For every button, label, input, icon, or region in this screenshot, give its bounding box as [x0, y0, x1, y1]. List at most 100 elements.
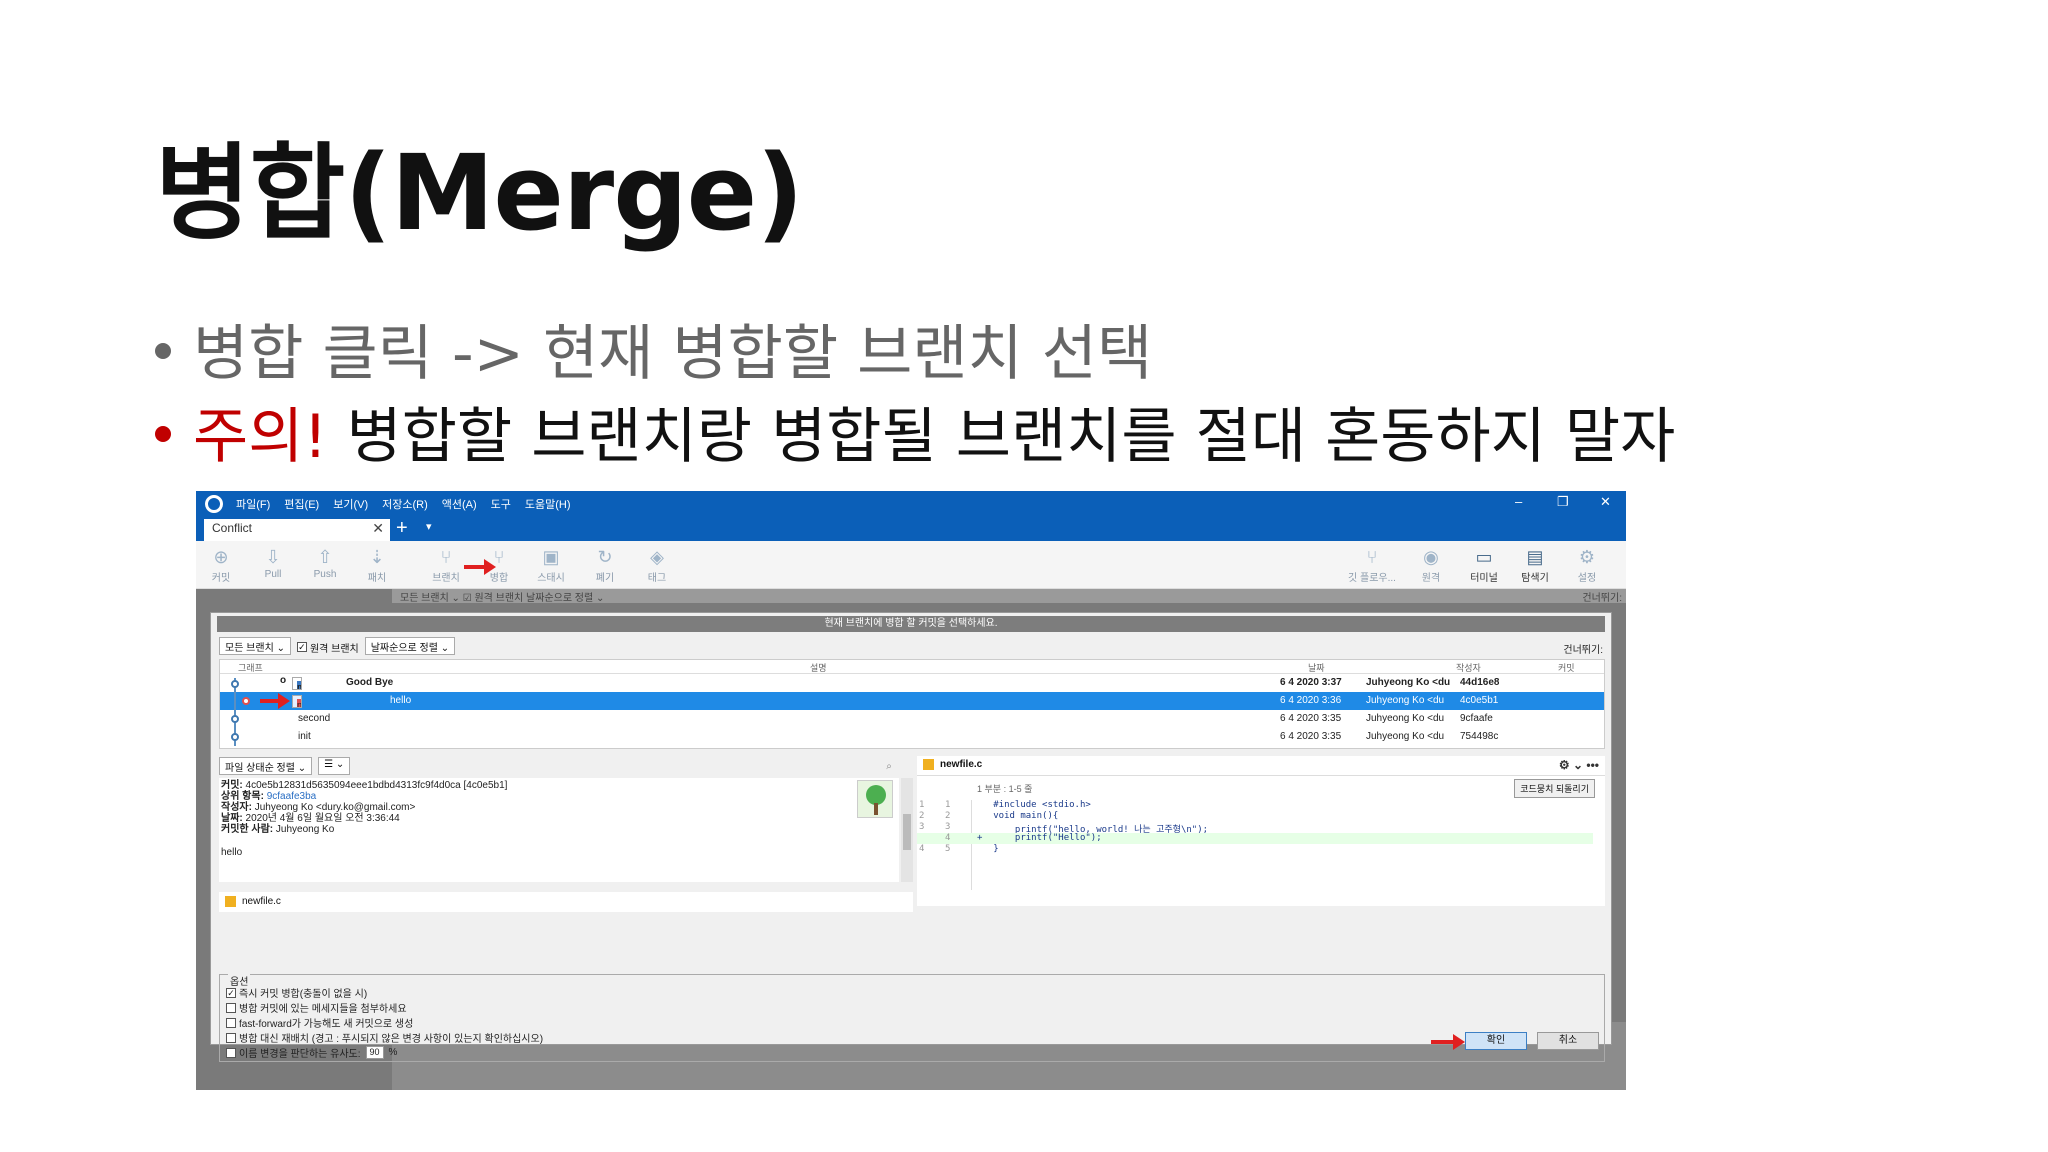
menu-file[interactable]: 파일(F)	[236, 496, 270, 512]
maximize-button[interactable]: ❐	[1557, 494, 1569, 510]
pull-icon: ⇩	[265, 547, 281, 567]
new-tab-button[interactable]: +	[396, 517, 408, 540]
branch-tag-newbranch: lnewBranch	[292, 695, 302, 708]
list-view-select[interactable]: ☰ ⌄	[318, 757, 351, 775]
graph-node	[242, 697, 250, 705]
menu-view[interactable]: 보기(V)	[333, 496, 368, 512]
option-no-fast-forward[interactable]: fast-forward가 가능해도 새 커밋으로 생성	[226, 1015, 1598, 1030]
line-code: + printf("Hello");	[977, 833, 1102, 843]
detail-parent-label: 상위 항목:	[221, 791, 264, 802]
option-label: 병합 커밋에 있는 메세지들을 첨부하세요	[239, 1004, 407, 1015]
toolbar-label: 브랜치	[432, 573, 460, 584]
toolbar-tag-button[interactable]: ◈ 태그	[632, 547, 682, 584]
merge-dialog: 현재 브랜치에 병합 할 커밋을 선택하세요. 모든 브랜치 ⌄ ✓ 원격 브랜치…	[210, 612, 1612, 1062]
tab-menu-button[interactable]: ▾	[426, 520, 432, 533]
chevron-down-icon: ⌄	[335, 759, 345, 770]
checkbox-icon	[226, 1047, 236, 1058]
bullet-2: 주의! 병합할 브랜치랑 병합될 브랜치를 절대 혼동하지 말자	[155, 388, 1675, 475]
toolbar-settings-button[interactable]: ⚙ 설정	[1562, 547, 1612, 584]
toolbar-label: 터미널	[1470, 573, 1498, 584]
table-row-selected[interactable]: lnewBranch hello 6 4 2020 3:36 Juhyeong …	[220, 692, 1604, 710]
similarity-label: 이름 변경을 판단하는 유사도:	[239, 1049, 361, 1060]
toolbar-label: 태그	[647, 573, 667, 584]
table-row[interactable]: second 6 4 2020 3:35 Juhyeong Ko <du 9cf…	[220, 710, 1604, 728]
toolbar-label: Push	[313, 569, 337, 580]
slide-title: 병합(Merge)	[155, 132, 804, 254]
commit-desc: init	[298, 731, 311, 742]
detail-committer-value: Juhyeong Ko	[275, 824, 335, 835]
toolbar-fetch-button[interactable]: ⇣ 패치	[352, 547, 402, 584]
cancel-button[interactable]: 취소	[1537, 1032, 1599, 1050]
modified-file-icon	[225, 896, 236, 907]
sort-select[interactable]: 날짜순으로 정렬 ⌄	[364, 637, 456, 655]
commit-hash: 44d16e8	[1460, 677, 1500, 688]
diff-panel: newfile.c ⚙ ⌄ ••• 1 부분 : 1-5 줄 코드뭉치 되돌리기…	[917, 756, 1605, 906]
toolbar-terminal-button[interactable]: ▭ 터미널	[1459, 547, 1509, 584]
close-button[interactable]: ✕	[1600, 494, 1611, 510]
file-sort-select[interactable]: 파일 상태순 정렬 ⌄	[219, 757, 313, 775]
col-date: 날짜	[1308, 663, 1325, 673]
menu-tools[interactable]: 도구	[491, 496, 511, 512]
skip-label: 건너뛰기:	[1563, 645, 1603, 656]
diff-tools[interactable]: ⚙ ⌄ •••	[1559, 758, 1599, 772]
table-row[interactable]: init 6 4 2020 3:35 Juhyeong Ko <du 75449…	[220, 728, 1604, 746]
toolbar-label: 설정	[1577, 573, 1597, 584]
option-rebase[interactable]: 병합 대신 재배치 (경고 : 푸시되지 않은 변경 사항이 있는지 확인하십시…	[226, 1030, 1598, 1045]
merge-pointer-arrow	[464, 559, 496, 575]
line-number-new: 2	[945, 811, 951, 821]
ok-button[interactable]: 확인	[1465, 1032, 1527, 1050]
branch-filter-select[interactable]: 모든 브랜치 ⌄	[219, 637, 291, 655]
similarity-unit: %	[388, 1047, 398, 1058]
minimize-button[interactable]: –	[1515, 494, 1522, 509]
tab-conflict[interactable]: Conflict ✕	[204, 519, 390, 541]
line-code: #include <stdio.h>	[977, 800, 1091, 810]
settings-icon: ⚙	[1578, 547, 1596, 567]
menu-repository[interactable]: 저장소(R)	[382, 496, 428, 512]
line-code: void main(){	[977, 811, 1059, 821]
bullet-2-warning: 주의!	[193, 402, 328, 472]
detail-parent-link[interactable]: 9cfaafe3ba	[267, 791, 317, 802]
toolbar-gitflow-button[interactable]: ⑂ 깃 플로우...	[1342, 547, 1402, 584]
toolbar-discard-button[interactable]: ↻ 폐기	[580, 547, 630, 584]
detail-author-label: 작성자:	[221, 802, 252, 813]
menu-help[interactable]: 도움말(H)	[525, 496, 571, 512]
option-commit-immediately[interactable]: ✓ 즉시 커밋 병합(충돌이 없을 시)	[226, 985, 1598, 1000]
push-icon: ⇧	[317, 547, 333, 567]
background-filter-text: 모든 브랜치 ⌄ ☑ 원격 브랜치 날짜순으로 정렬 ⌄	[400, 593, 605, 604]
option-include-messages[interactable]: 병합 커밋에 있는 메세지들을 첨부하세요	[226, 1000, 1598, 1015]
file-toolbar: 파일 상태순 정렬 ⌄ ☰ ⌄ ⌕	[219, 756, 911, 776]
tab-close-icon[interactable]: ✕	[372, 520, 384, 537]
menu-actions[interactable]: 액션(A)	[442, 496, 477, 512]
col-graph: 그래프	[238, 663, 263, 673]
line-number-old: 3	[919, 822, 925, 832]
table-row[interactable]: o lmaster Good Bye 6 4 2020 3:37 Juhyeon…	[220, 674, 1604, 692]
toolbar-stash-button[interactable]: ▣ 스태시	[526, 547, 576, 584]
col-commit: 커밋	[1558, 663, 1575, 673]
toolbar-commit-button[interactable]: ⊕ 커밋	[196, 547, 246, 584]
commit-author: Juhyeong Ko <du	[1366, 731, 1445, 742]
tab-title: Conflict	[212, 521, 253, 535]
toolbar-remote-button[interactable]: ◉ 원격	[1406, 547, 1456, 584]
commit-author: Juhyeong Ko <du	[1366, 677, 1451, 688]
commit-author: Juhyeong Ko <du	[1366, 713, 1445, 724]
search-icon[interactable]: ⌕	[886, 761, 892, 772]
file-list-item[interactable]: newfile.c	[219, 892, 913, 912]
commit-desc: Good Bye	[346, 677, 394, 688]
fetch-icon: ⇣	[369, 547, 385, 567]
commit-date: 6 4 2020 3:37	[1280, 677, 1342, 688]
similarity-input[interactable]: 90	[365, 1046, 384, 1059]
details-scrollbar[interactable]	[901, 778, 913, 882]
explorer-icon: ▤	[1526, 547, 1544, 567]
col-description: 설명	[810, 663, 827, 673]
file-sort-value: 파일 상태순 정렬	[225, 763, 295, 774]
remote-branch-checkbox[interactable]: ✓ 원격 브랜치	[296, 637, 359, 655]
terminal-icon: ▭	[1475, 547, 1493, 567]
menu-bar: 파일(F) 편집(E) 보기(V) 저장소(R) 액션(A) 도구 도움말(H)	[236, 496, 571, 512]
toolbar-explorer-button[interactable]: ▤ 탐색기	[1510, 547, 1560, 584]
revert-hunk-button[interactable]: 코드뭉치 되돌리기	[1514, 779, 1595, 798]
option-rename-similarity[interactable]: 이름 변경을 판단하는 유사도: 90%	[226, 1045, 1598, 1060]
toolbar-pull-button[interactable]: ⇩ Pull	[248, 547, 298, 580]
menu-edit[interactable]: 편집(E)	[284, 496, 319, 512]
toolbar-push-button[interactable]: ⇧ Push	[300, 547, 350, 580]
app-logo-icon	[205, 495, 223, 513]
